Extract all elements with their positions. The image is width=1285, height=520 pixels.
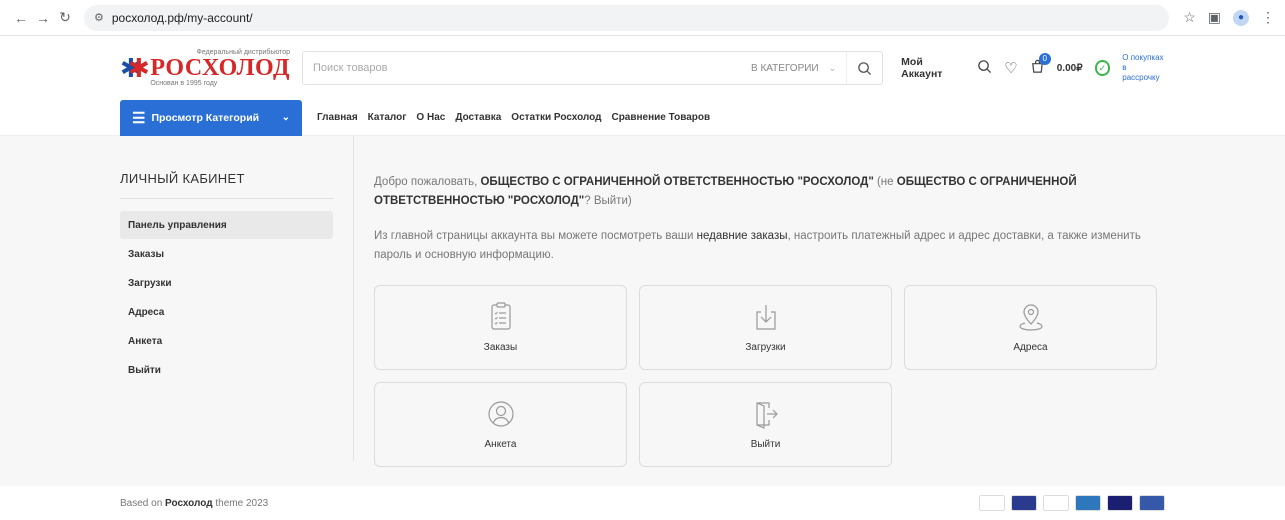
sidebar-item-dashboard[interactable]: Панель управления xyxy=(120,211,333,239)
search-icon xyxy=(858,61,872,75)
search-input[interactable] xyxy=(303,62,741,74)
tile-logout[interactable]: Выйти xyxy=(639,382,892,467)
site-settings-icon[interactable]: ⚙ xyxy=(94,11,104,24)
installment-line1: О покупках xyxy=(1122,53,1164,62)
payment-methods xyxy=(979,495,1165,511)
payment-card-icon xyxy=(1139,495,1165,511)
account-sidebar: ЛИЧНЫЙ КАБИНЕТ Панель управления Заказы … xyxy=(120,136,354,461)
welcome-prefix: Добро пожаловать, xyxy=(374,176,481,188)
address-bar[interactable]: ⚙ росхолод.рф/my-account/ xyxy=(84,4,1170,31)
downloads-icon xyxy=(755,305,776,330)
tile-orders-label: Заказы xyxy=(483,342,518,353)
account-content: Добро пожаловать, ОБЩЕСТВО С ОГРАНИЧЕННО… xyxy=(374,136,1174,486)
footer-brand[interactable]: Росхолод xyxy=(165,498,213,509)
payment-card-icon xyxy=(1075,495,1101,511)
wishlist-heart-icon[interactable]: ♡ xyxy=(1004,59,1017,77)
welcome-message: Добро пожаловать, ОБЩЕСТВО С ОГРАНИЧЕННО… xyxy=(374,173,1174,211)
nav-link-catalog[interactable]: Каталог xyxy=(363,112,412,123)
sidebar-item-addresses[interactable]: Адреса xyxy=(120,298,333,326)
account-main: ЛИЧНЫЙ КАБИНЕТ Панель управления Заказы … xyxy=(0,136,1285,486)
logo-since: Основан в 1995 году xyxy=(150,80,218,87)
intro-text: Из главной страницы аккаунта вы можете п… xyxy=(374,227,1174,265)
nav-link-stock[interactable]: Остатки Росхолод xyxy=(506,112,606,123)
tile-addresses-label: Адреса xyxy=(1013,342,1048,353)
welcome-mid: (не xyxy=(873,176,897,188)
chevron-down-icon: ⌄ xyxy=(828,62,837,73)
payment-card-icon xyxy=(979,495,1005,511)
sidebar-title: ЛИЧНЫЙ КАБИНЕТ xyxy=(120,171,333,199)
installment-line2: в рассрочку xyxy=(1122,63,1160,82)
browse-categories-button[interactable]: ☰ Просмотр Категорий ⌄ xyxy=(120,99,302,136)
site-footer: Based on Росхолод theme 2023 xyxy=(0,486,1285,520)
logout-icon xyxy=(755,402,778,429)
reload-icon[interactable]: ↻ xyxy=(54,7,76,29)
check-circle-icon: ✓ xyxy=(1094,60,1111,76)
cart-total[interactable]: 0.00₽ xyxy=(1057,63,1083,74)
profile-icon xyxy=(487,401,514,427)
browse-categories-label: Просмотр Категорий xyxy=(151,111,260,124)
payment-card-icon xyxy=(1107,495,1133,511)
nav-link-about[interactable]: О Нас xyxy=(411,112,450,123)
back-icon[interactable]: ← xyxy=(10,7,32,29)
tile-profile[interactable]: Анкета xyxy=(374,382,627,467)
menu-icon[interactable]: ⋮ xyxy=(1261,9,1275,26)
cart-icon[interactable]: 0 xyxy=(1030,52,1051,78)
chevron-down-icon: ⌄ xyxy=(281,112,290,123)
sidebar-item-orders[interactable]: Заказы xyxy=(120,240,333,268)
payment-card-icon xyxy=(1043,495,1069,511)
logo[interactable]: ✱ ✱ Федеральный дистрибьютор РОСХОЛОД Осн… xyxy=(120,49,290,87)
payment-card-icon xyxy=(1011,495,1037,511)
site-header: ✱ ✱ Федеральный дистрибьютор РОСХОЛОД Осн… xyxy=(0,36,1285,100)
url-text: росхолод.рф/my-account/ xyxy=(111,10,253,25)
profile-icon[interactable]: ● xyxy=(1233,9,1249,26)
logout-inline-link[interactable]: ? Выйти) xyxy=(584,195,631,207)
dashboard-tiles: Заказы Загрузки Адреса Анкета Выйти xyxy=(374,285,1174,467)
tile-orders[interactable]: Заказы xyxy=(374,285,627,370)
footer-prefix: Based on xyxy=(120,497,166,509)
footer-suffix: theme 2023 xyxy=(212,497,269,509)
nav-link-home[interactable]: Главная xyxy=(312,112,363,123)
tile-downloads[interactable]: Загрузки xyxy=(639,285,892,370)
star-icon[interactable]: ☆ xyxy=(1183,9,1196,26)
sidebar-item-profile[interactable]: Анкета xyxy=(120,327,333,355)
search-button[interactable] xyxy=(846,52,882,84)
sidebar-item-logout[interactable]: Выйти xyxy=(120,356,333,384)
tile-downloads-label: Загрузки xyxy=(745,342,786,353)
forward-icon[interactable]: → xyxy=(32,7,54,29)
browser-toolbar: ← → ↻ ⚙ росхолод.рф/my-account/ ☆ ▣ ● ⋮ xyxy=(0,0,1285,36)
nav-link-compare[interactable]: Сравнение Товаров xyxy=(606,112,715,123)
my-account-link[interactable]: Мой Аккаунт xyxy=(901,56,965,80)
search-bar: В КАТЕГОРИИ ⌄ xyxy=(302,51,884,85)
orders-icon xyxy=(490,302,511,330)
main-nav: ☰ Просмотр Категорий ⌄ Главная Каталог О… xyxy=(0,99,1285,136)
snowflake-logo-icon: ✱ ✱ xyxy=(120,53,150,83)
footer-copyright: Based on Росхолод theme 2023 xyxy=(120,498,268,509)
intro-part1: Из главной страницы аккаунта вы можете п… xyxy=(374,230,697,242)
tile-addresses[interactable]: Адреса xyxy=(904,285,1157,370)
nav-link-delivery[interactable]: Доставка xyxy=(450,112,506,123)
search-category-select[interactable]: В КАТЕГОРИИ ⌄ xyxy=(741,52,846,84)
installment-link[interactable]: О покупках в рассрочку xyxy=(1122,53,1165,83)
company-name: ОБЩЕСТВО С ОГРАНИЧЕННОЙ ОТВЕТСТВЕННОСТЬЮ… xyxy=(480,176,874,188)
address-pin-icon xyxy=(1018,304,1043,331)
sidebar-icon[interactable]: ▣ xyxy=(1208,9,1221,26)
search-icon[interactable] xyxy=(977,59,992,78)
tile-logout-label: Выйти xyxy=(750,439,781,450)
logo-name: РОСХОЛОД xyxy=(150,55,290,81)
sidebar-item-downloads[interactable]: Загрузки xyxy=(120,269,333,297)
cart-count-badge: 0 xyxy=(1038,52,1051,65)
search-category-label: В КАТЕГОРИИ xyxy=(751,62,819,74)
recent-orders-link[interactable]: недавние заказы xyxy=(697,230,788,242)
tile-profile-label: Анкета xyxy=(484,439,517,450)
menu-burger-icon: ☰ xyxy=(132,109,146,127)
